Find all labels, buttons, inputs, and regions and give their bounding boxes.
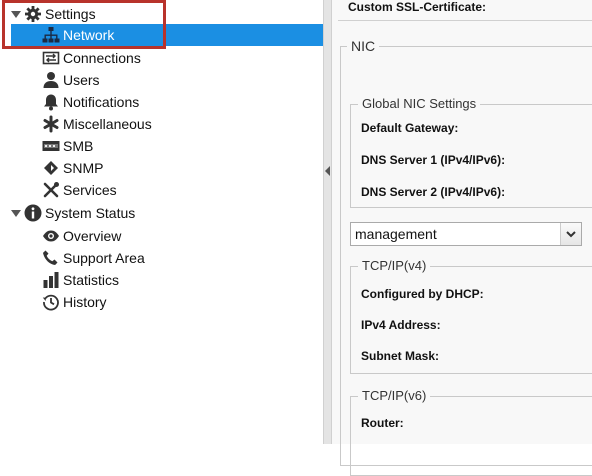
ipv6-fieldset <box>350 396 592 476</box>
subnet-mask-label: Subnet Mask: <box>361 349 440 363</box>
sidebar-item-label: Services <box>63 182 117 198</box>
tree-settings-label: Settings <box>45 6 96 22</box>
sidebar-item-label: Connections <box>63 50 141 66</box>
sidebar-item-network[interactable]: Network <box>11 24 323 46</box>
global-nic-legend: Global NIC Settings <box>358 96 481 111</box>
tree-system-status-label: System Status <box>45 205 136 221</box>
sidebar-item-label: SMB <box>63 138 94 154</box>
sidebar-item-label: History <box>63 294 107 310</box>
info-icon <box>24 204 42 222</box>
configured-dhcp-label: Configured by DHCP: <box>361 287 484 301</box>
connections-icon <box>42 49 60 67</box>
smb-icon <box>42 137 60 155</box>
bar-chart-icon <box>42 271 60 289</box>
dns-server-1-label: DNS Server 1 (IPv4/IPv6): <box>361 153 506 167</box>
nic-select[interactable]: management <box>350 222 582 246</box>
tree-system-status[interactable]: System Status <box>11 202 135 224</box>
ipv4-legend: TCP/IP(v4) <box>358 258 431 273</box>
divider <box>338 20 592 21</box>
router-label: Router: <box>361 416 404 430</box>
sidebar-item-history[interactable]: History <box>42 291 107 313</box>
expand-arrow-icon[interactable] <box>11 209 21 217</box>
panel-splitter[interactable] <box>323 0 332 444</box>
default-gateway-label: Default Gateway: <box>361 121 459 135</box>
dns-server-2-label: DNS Server 2 (IPv4/IPv6): <box>361 185 506 199</box>
sidebar-item-miscellaneous[interactable]: Miscellaneous <box>42 113 152 135</box>
sidebar-item-label: Network <box>63 27 115 43</box>
sidebar-item-label: Statistics <box>63 272 120 288</box>
tools-icon <box>42 181 60 199</box>
collapse-arrow-icon[interactable] <box>325 166 330 176</box>
sidebar-item-label: Overview <box>63 228 122 244</box>
bell-icon <box>42 93 60 111</box>
sidebar-item-overview[interactable]: Overview <box>42 225 121 247</box>
sidebar-item-label: Users <box>63 72 100 88</box>
sidebar-item-support-area[interactable]: Support Area <box>42 247 145 269</box>
sidebar-item-label: Support Area <box>63 250 145 266</box>
sidebar-item-services[interactable]: Services <box>42 179 117 201</box>
user-icon <box>42 71 60 89</box>
eye-icon <box>42 227 60 245</box>
ipv6-legend: TCP/IP(v6) <box>358 388 431 403</box>
sidebar-item-smb[interactable]: SMB <box>42 135 93 157</box>
expand-arrow-icon[interactable] <box>11 10 21 18</box>
network-icon <box>42 26 60 44</box>
sidebar-item-connections[interactable]: Connections <box>42 47 141 69</box>
sidebar-item-snmp[interactable]: SNMP <box>42 157 103 179</box>
sidebar: Settings Network Connections Users Notif… <box>0 0 323 444</box>
tree-settings[interactable]: Settings <box>11 3 96 25</box>
sidebar-item-label: Notifications <box>63 94 140 110</box>
chevron-down-icon[interactable] <box>560 223 581 245</box>
ipv4-address-label: IPv4 Address: <box>361 318 441 332</box>
phone-icon <box>42 249 60 267</box>
gear-icon <box>24 5 42 23</box>
asterisk-icon <box>42 115 60 133</box>
nic-legend: NIC <box>347 38 380 54</box>
sidebar-item-users[interactable]: Users <box>42 69 100 91</box>
sidebar-item-statistics[interactable]: Statistics <box>42 269 119 291</box>
snmp-icon <box>42 159 60 177</box>
sidebar-item-notifications[interactable]: Notifications <box>42 91 139 113</box>
ssl-certificate-label: Custom SSL-Certificate: <box>348 0 487 14</box>
nic-select-value: management <box>355 226 437 242</box>
main-panel: Custom SSL-Certificate: NIC Global NIC S… <box>332 0 592 476</box>
sidebar-item-label: SNMP <box>63 160 104 176</box>
history-icon <box>42 293 60 311</box>
sidebar-item-label: Miscellaneous <box>63 116 152 132</box>
